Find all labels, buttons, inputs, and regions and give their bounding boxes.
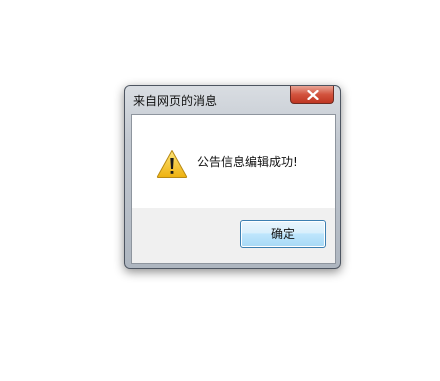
message-area: 公告信息编辑成功! — [132, 115, 335, 208]
dialog-message: 公告信息编辑成功! — [197, 155, 298, 169]
dialog-body: 公告信息编辑成功! 确定 — [131, 114, 336, 264]
alert-dialog: 来自网页的消息 公告信息编辑成功! 确定 — [124, 85, 341, 269]
close-button[interactable] — [290, 86, 334, 104]
ok-button[interactable]: 确定 — [240, 220, 326, 248]
warning-icon — [156, 150, 188, 178]
dialog-title: 来自网页的消息 — [133, 94, 218, 108]
close-icon — [307, 90, 319, 100]
